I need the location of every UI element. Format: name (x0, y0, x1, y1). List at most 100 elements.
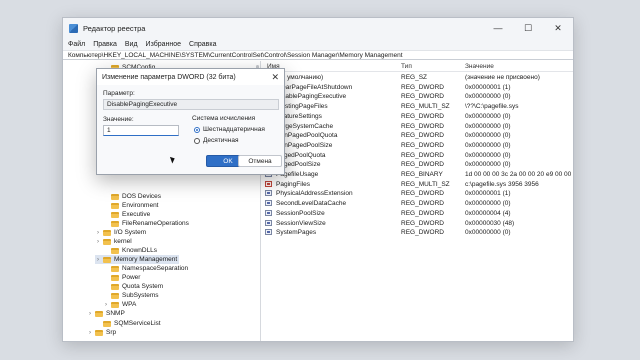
folder-icon (111, 211, 119, 218)
value-data: 0x00000001 (1) (465, 83, 511, 91)
folder-icon (111, 292, 119, 299)
folder-icon (111, 301, 119, 308)
value-row[interactable]: PagedPoolQuota REG_DWORD 0x00000000 (0) (261, 151, 573, 161)
tree-item[interactable]: FileRenameOperations (103, 219, 189, 228)
tree-item[interactable]: › SNMP (87, 309, 125, 318)
value-name: SecondLevelDataCache (276, 200, 347, 208)
tree-item-label: I/O System (114, 229, 147, 236)
value-type: REG_DWORD (401, 93, 444, 101)
value-row[interactable]: (по умолчанию) REG_SZ (значение не присвое… (261, 73, 573, 83)
column-type[interactable]: Тип (401, 63, 412, 70)
dialog-close-icon[interactable]: ✕ (271, 72, 279, 83)
chevron-right-icon[interactable]: › (95, 239, 101, 245)
value-row[interactable]: NonPagedPoolQuota REG_DWORD 0x00000000 (0) (261, 131, 573, 141)
tree-item[interactable]: › I/O System (95, 228, 146, 237)
value-row[interactable]: SessionViewSize REG_DWORD 0x00000030 (48) (261, 219, 573, 229)
menu-help[interactable]: Справка (189, 41, 216, 48)
title-bar[interactable]: Редактор реестра — ☐ ✕ (63, 18, 573, 38)
chevron-right-icon[interactable]: › (103, 302, 109, 308)
edit-dword-dialog: Изменение параметра DWORD (32 бита) ✕ Па… (96, 68, 285, 175)
tree-item[interactable]: › Memory Management (95, 255, 180, 264)
cancel-button[interactable]: Отмена (238, 155, 282, 167)
tree-item[interactable]: KnownDLLs (103, 246, 157, 255)
value-row[interactable]: PagingFiles REG_MULTI_SZ c:\pagefile.sys 3… (261, 180, 573, 190)
value-name: ClearPageFileAtShutdown (276, 83, 353, 91)
value-type: REG_DWORD (401, 161, 444, 169)
value-row[interactable]: PhysicalAddressExtension REG_DWORD 0x00000… (261, 189, 573, 199)
dialog-title-bar[interactable]: Изменение параметра DWORD (32 бита) ✕ (97, 69, 284, 85)
value-type: REG_BINARY (401, 171, 443, 178)
folder-icon (111, 265, 119, 272)
tree-item-label: DOS Devices (122, 193, 162, 200)
value-name: NonPagedPoolQuota (276, 132, 338, 140)
tree-item[interactable]: SQMServiceList (95, 319, 161, 328)
tree-item[interactable]: Executive (103, 210, 150, 219)
dialog-title: Изменение параметра DWORD (32 бита) (102, 73, 236, 81)
tree-item-label: KnownDLLs (122, 247, 158, 254)
chevron-right-icon[interactable]: › (87, 330, 93, 336)
tree-item[interactable]: Quota System (103, 282, 163, 291)
column-data[interactable]: Значение (465, 63, 494, 70)
tree-item[interactable]: Power (103, 273, 140, 282)
value-type: REG_DWORD (401, 141, 444, 149)
values-list[interactable]: Имя Тип Значение (по умолчанию) REG_SZ (зн… (261, 61, 573, 341)
value-type: REG_DWORD (401, 83, 444, 91)
folder-icon (103, 229, 111, 236)
menu-bar: Файл Правка Вид Избранное Справка (63, 38, 573, 50)
folder-icon (103, 320, 111, 327)
close-window-button[interactable]: ✕ (543, 18, 573, 38)
window-title: Редактор реестра (83, 23, 146, 33)
menu-favorites[interactable]: Избранное (146, 41, 181, 48)
tree-item[interactable]: SubSystems (103, 291, 159, 300)
value-row[interactable]: PagedPoolSize REG_DWORD 0x00000000 (0) (261, 160, 573, 170)
minimize-button[interactable]: — (483, 18, 513, 38)
maximize-button[interactable]: ☐ (513, 18, 543, 38)
regedit-window: Редактор реестра — ☐ ✕ Файл Правка Вид И… (62, 17, 574, 342)
tree-item[interactable]: › Srp (87, 328, 116, 337)
tree-item-label: Memory Management (114, 256, 178, 263)
value-row[interactable]: SessionPoolSize REG_DWORD 0x00000004 (4) (261, 209, 573, 219)
param-name-field: DisablePagingExecutive (103, 99, 279, 110)
tree-item[interactable]: NamespaceSeparation (103, 264, 188, 273)
radio-dec-indicator[interactable] (194, 137, 200, 144)
value-row[interactable]: LargeSystemCache REG_DWORD 0x00000000 (0) (261, 122, 573, 132)
address-bar[interactable]: Компьютер\HKEY_LOCAL_MACHINE\SYSTEM\Curr… (63, 50, 573, 60)
radio-dec-label: Десятичная (203, 137, 239, 144)
reg-binary-icon (265, 200, 272, 207)
menu-edit[interactable]: Правка (93, 41, 117, 48)
value-row[interactable]: PagefileUsage REG_BINARY 1d 00 00 00 3c 2a… (261, 170, 573, 180)
menu-view[interactable]: Вид (125, 41, 138, 48)
value-data: 0x00000030 (48) (465, 219, 515, 227)
tree-item-label: Executive (122, 211, 151, 218)
reg-binary-icon (265, 219, 272, 226)
value-row[interactable]: SecondLevelDataCache REG_DWORD 0x00000000 … (261, 199, 573, 209)
value-row[interactable]: FeatureSettings REG_DWORD 0x00000000 (0) (261, 112, 573, 122)
value-type: REG_MULTI_SZ (401, 180, 450, 188)
value-type: REG_DWORD (401, 209, 444, 217)
value-data: 0x00000001 (1) (465, 190, 511, 198)
radio-decimal[interactable]: Десятичная (194, 137, 239, 144)
value-row[interactable]: SystemPages REG_DWORD 0x00000000 (0) (261, 228, 573, 238)
tree-item-label: kernel (114, 238, 132, 245)
chevron-right-icon[interactable]: › (95, 257, 101, 263)
values-header: Имя Тип Значение (261, 61, 573, 72)
radio-hex-indicator[interactable] (194, 126, 200, 133)
value-type: REG_DWORD (401, 112, 444, 120)
chevron-right-icon[interactable]: › (87, 311, 93, 317)
value-row[interactable]: ExistingPageFiles REG_MULTI_SZ \??\C:\page… (261, 102, 573, 112)
value-input[interactable]: 1 (103, 125, 179, 136)
value-row[interactable]: NonPagedPoolSize REG_DWORD 0x00000000 (0) (261, 141, 573, 151)
tree-item-label: SubSystems (122, 292, 159, 299)
value-row[interactable]: DisablePagingExecutive REG_DWORD 0x0000000… (261, 92, 573, 102)
tree-item[interactable]: DOS Devices (103, 192, 161, 201)
radio-hexadecimal[interactable]: Шестнадцатеричная (194, 126, 265, 133)
value-type: REG_DWORD (401, 151, 444, 159)
tree-item[interactable]: Environment (103, 201, 159, 210)
value-data: 0x00000000 (0) (465, 132, 511, 140)
folder-icon (103, 256, 111, 263)
tree-item[interactable]: › WPA (103, 300, 136, 309)
value-row[interactable]: ClearPageFileAtShutdown REG_DWORD 0x000000… (261, 83, 573, 93)
menu-file[interactable]: Файл (68, 41, 85, 48)
chevron-right-icon[interactable]: › (95, 230, 101, 236)
tree-item[interactable]: › kernel (95, 237, 132, 246)
